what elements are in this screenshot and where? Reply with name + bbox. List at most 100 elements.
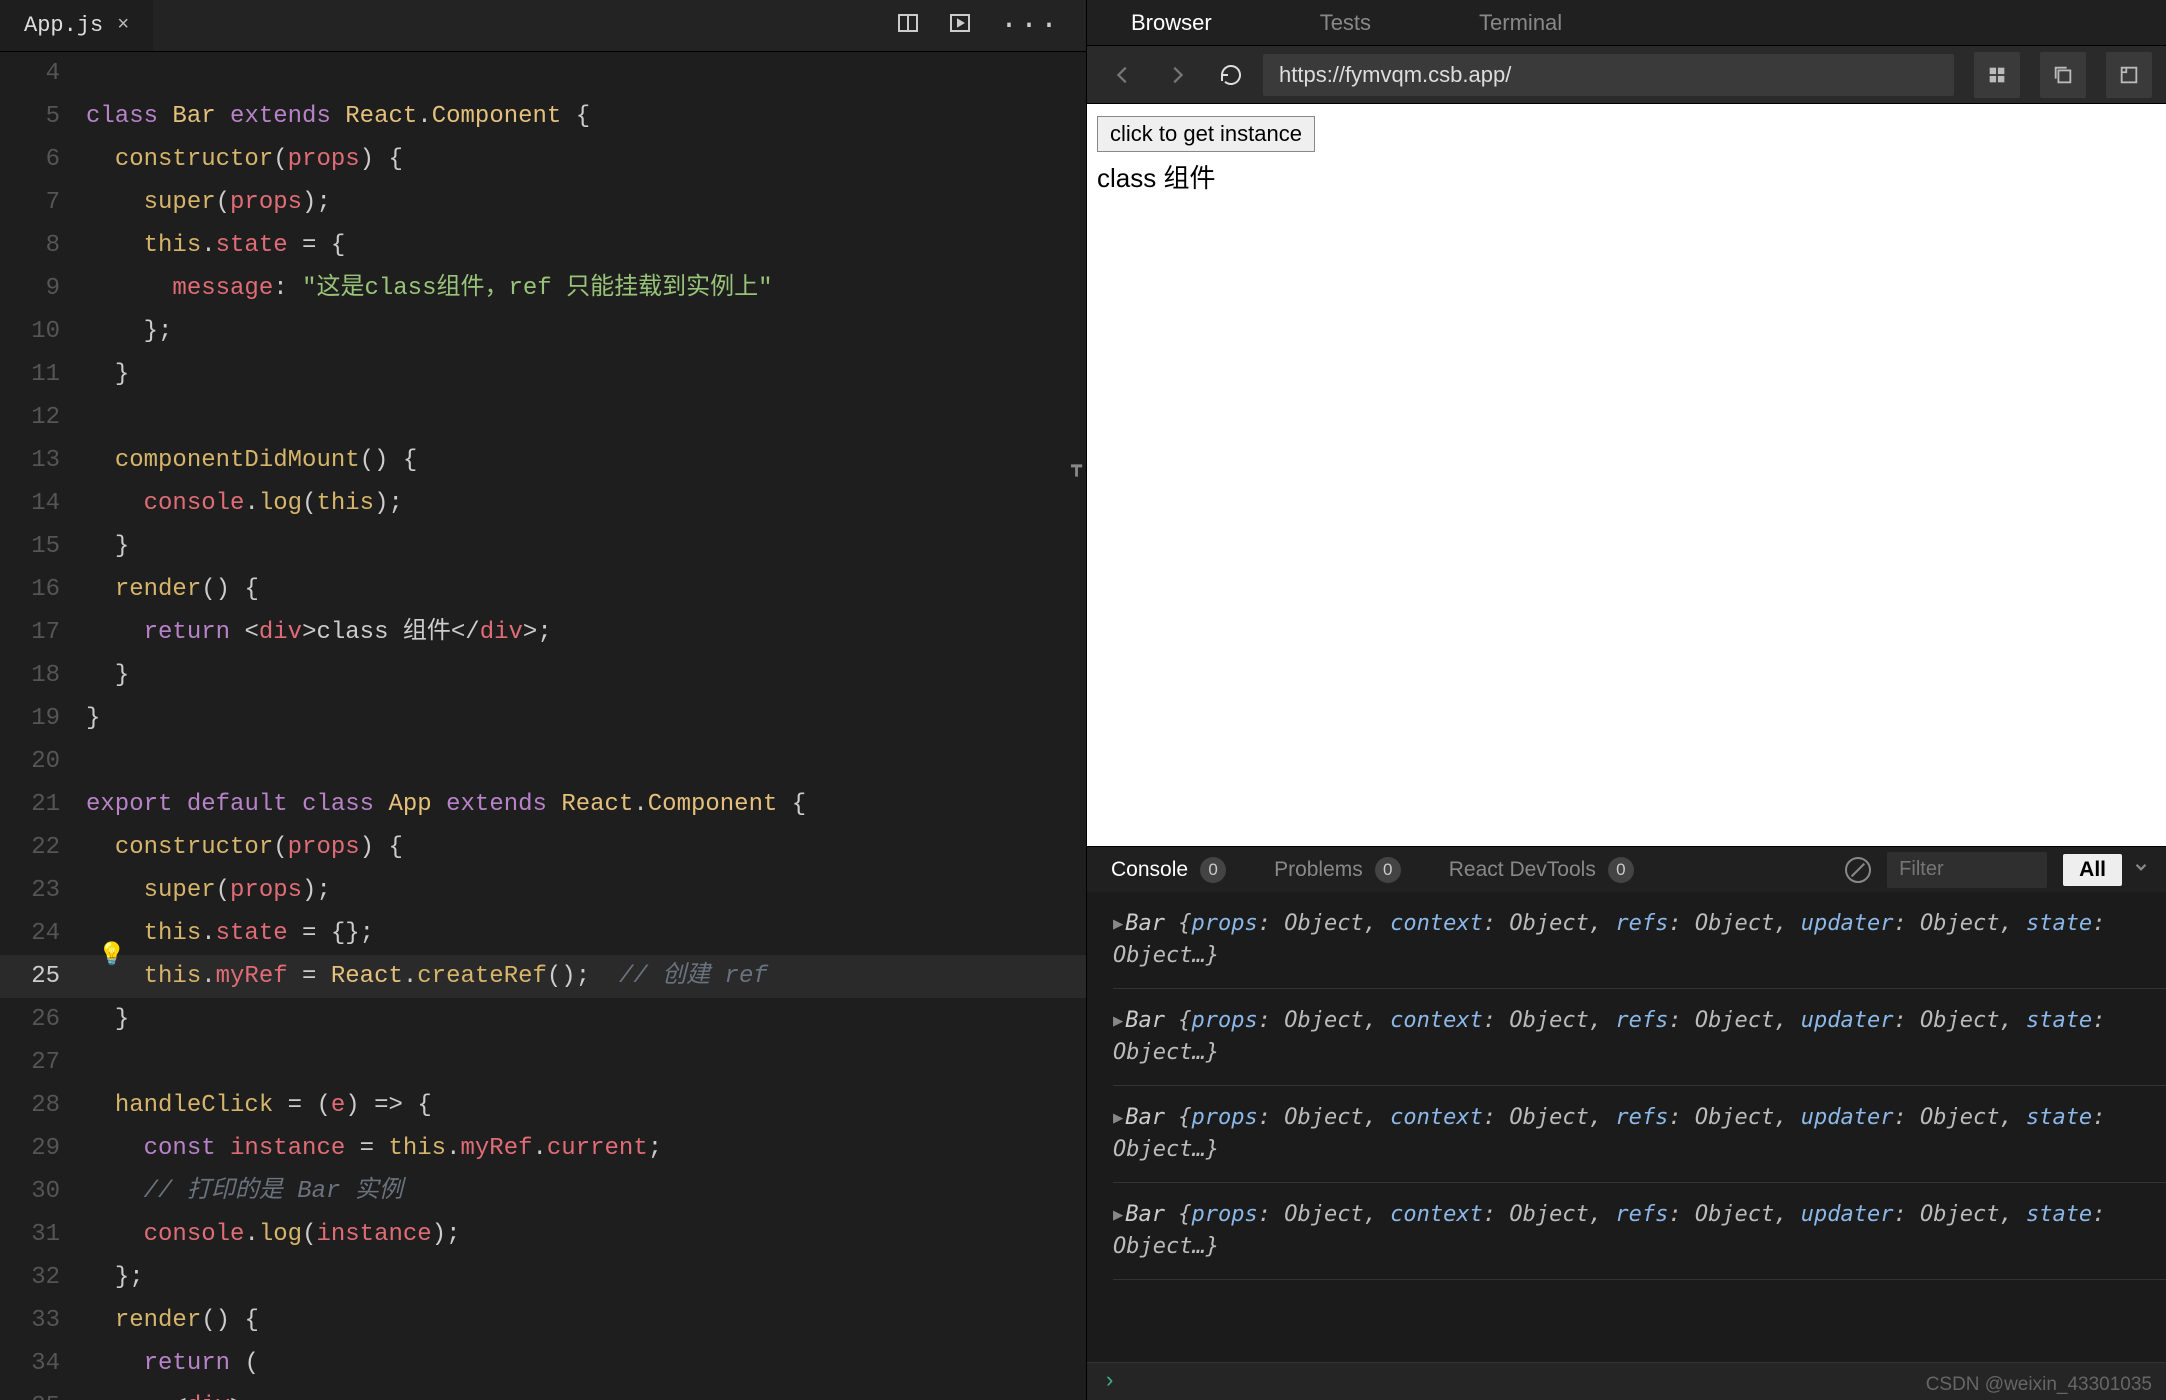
close-icon[interactable]: × [117,14,129,37]
tab-tests[interactable]: Tests [1320,10,1371,36]
right-pane: Browser Tests Terminal click to get inst… [1086,0,2166,1400]
code-line[interactable]: 19} [0,697,1086,740]
tab-browser[interactable]: Browser [1131,10,1212,36]
devtools-tabs: Console 0 Problems 0 React DevTools 0 Al… [1087,846,2166,892]
preview-frame: click to get instance class 组件 [1087,104,2166,846]
console-filter-input[interactable] [1887,852,2047,888]
back-icon[interactable] [1101,53,1145,97]
devtab-react[interactable]: React DevTools 0 [1425,847,1658,892]
code-line[interactable]: 11 } [0,353,1086,396]
devtab-badge: 0 [1608,857,1634,883]
code-content: render() { [86,568,259,611]
click-get-instance-button[interactable]: click to get instance [1097,116,1315,152]
editor-tab-appjs[interactable]: App.js × [0,0,153,51]
code-line[interactable]: 20 [0,740,1086,783]
code-line[interactable]: 32 }; [0,1256,1086,1299]
line-number: 5 [0,95,86,138]
console-entry[interactable]: ▶Bar {props: Object, context: Object, re… [1113,892,2166,989]
code-content: } [86,998,129,1041]
line-number: 16 [0,568,86,611]
code-line[interactable]: 23 super(props); [0,869,1086,912]
code-line[interactable]: 18 } [0,654,1086,697]
line-number: 35 [0,1385,86,1400]
code-line[interactable]: 29 const instance = this.myRef.current; [0,1127,1086,1170]
tab-filename: App.js [24,13,103,38]
tab-terminal[interactable]: Terminal [1479,10,1562,36]
line-number: 21 [0,783,86,826]
console-entry[interactable]: ▶Bar {props: Object, context: Object, re… [1113,1183,2166,1280]
code-line[interactable]: 31 console.log(instance); [0,1213,1086,1256]
line-number: 7 [0,181,86,224]
line-number: 9 [0,267,86,310]
line-number: 23 [0,869,86,912]
line-number: 18 [0,654,86,697]
code-line[interactable]: 16 render() { [0,568,1086,611]
code-editor[interactable]: 45class Bar extends React.Component {6 c… [0,52,1086,1400]
code-content: class Bar extends React.Component { [86,95,590,138]
code-line[interactable]: 22 constructor(props) { [0,826,1086,869]
code-line[interactable]: 30 // 打印的是 Bar 实例 [0,1170,1086,1213]
code-line[interactable]: 5class Bar extends React.Component { [0,95,1086,138]
code-line[interactable]: 9 message: "这是class组件，ref 只能挂载到实例上" [0,267,1086,310]
line-number: 12 [0,396,86,439]
code-content: message: "这是class组件，ref 只能挂载到实例上" [86,267,773,310]
code-line[interactable]: 15 } [0,525,1086,568]
code-line[interactable]: 10 }; [0,310,1086,353]
devtab-console[interactable]: Console 0 [1087,847,1250,892]
code-line[interactable]: 8 this.state = { [0,224,1086,267]
code-content: console.log(instance); [86,1213,461,1256]
devtab-badge: 0 [1375,857,1401,883]
code-line[interactable]: 21export default class App extends React… [0,783,1086,826]
code-line[interactable]: 17 return <div>class 组件</div>; [0,611,1086,654]
code-content: // 打印的是 Bar 实例 [86,1170,403,1213]
more-actions-icon[interactable]: ··· [1000,11,1060,41]
code-line[interactable]: 34 return ( [0,1342,1086,1385]
log-level-all[interactable]: All [2063,854,2122,886]
reload-icon[interactable] [1209,53,1253,97]
code-content: this.state = { [86,224,345,267]
chevron-down-icon[interactable] [2132,858,2150,882]
line-number: 10 [0,310,86,353]
code-line[interactable]: 28 handleClick = (e) => { [0,1084,1086,1127]
code-line[interactable]: 27 [0,1041,1086,1084]
new-window-icon[interactable] [2040,52,2086,98]
line-number: 32 [0,1256,86,1299]
lightbulb-icon[interactable]: 💡 [98,942,125,968]
devtab-label: Problems [1274,858,1363,882]
codesandbox-icon[interactable] [1974,52,2020,98]
address-bar [1087,46,2166,104]
code-content: constructor(props) { [86,138,403,181]
line-number: 33 [0,1299,86,1342]
code-line[interactable]: 12 [0,396,1086,439]
url-input[interactable] [1263,54,1954,96]
code-line[interactable]: 35 <div> [0,1385,1086,1400]
console-entry[interactable]: ▶Bar {props: Object, context: Object, re… [1113,989,2166,1086]
code-line[interactable]: 6 constructor(props) { [0,138,1086,181]
code-content: this.myRef = React.createRef(); // 创建 re… [86,955,768,998]
code-line[interactable]: 25 this.myRef = React.createRef(); // 创建… [0,955,1086,998]
console-entry[interactable]: ▶Bar {props: Object, context: Object, re… [1113,1086,2166,1183]
clear-console-icon[interactable] [1845,857,1871,883]
code-line[interactable]: 26 } [0,998,1086,1041]
code-line[interactable]: 33 render() { [0,1299,1086,1342]
code-line[interactable]: 13 componentDidMount() { [0,439,1086,482]
editor-tabbar: App.js × ··· [0,0,1086,52]
code-line[interactable]: 7 super(props); [0,181,1086,224]
devtab-problems[interactable]: Problems 0 [1250,847,1425,892]
devtab-label: Console [1111,858,1188,882]
line-number: 14 [0,482,86,525]
open-preview-icon[interactable] [948,11,972,40]
code-line[interactable]: 4 [0,52,1086,95]
code-line[interactable]: 14 console.log(this); [0,482,1086,525]
line-number: 20 [0,740,86,783]
code-line[interactable]: 24 this.state = {}; [0,912,1086,955]
forward-icon[interactable] [1155,53,1199,97]
line-number: 15 [0,525,86,568]
code-content: return <div>class 组件</div>; [86,611,552,654]
console-output[interactable]: ▶Bar {props: Object, context: Object, re… [1087,892,2166,1362]
split-editor-icon[interactable] [896,11,920,40]
code-content: } [86,353,129,396]
external-link-icon[interactable] [2106,52,2152,98]
preview-tabs: Browser Tests Terminal [1087,0,2166,46]
minimap-indicator: ┳ [1071,456,1082,478]
